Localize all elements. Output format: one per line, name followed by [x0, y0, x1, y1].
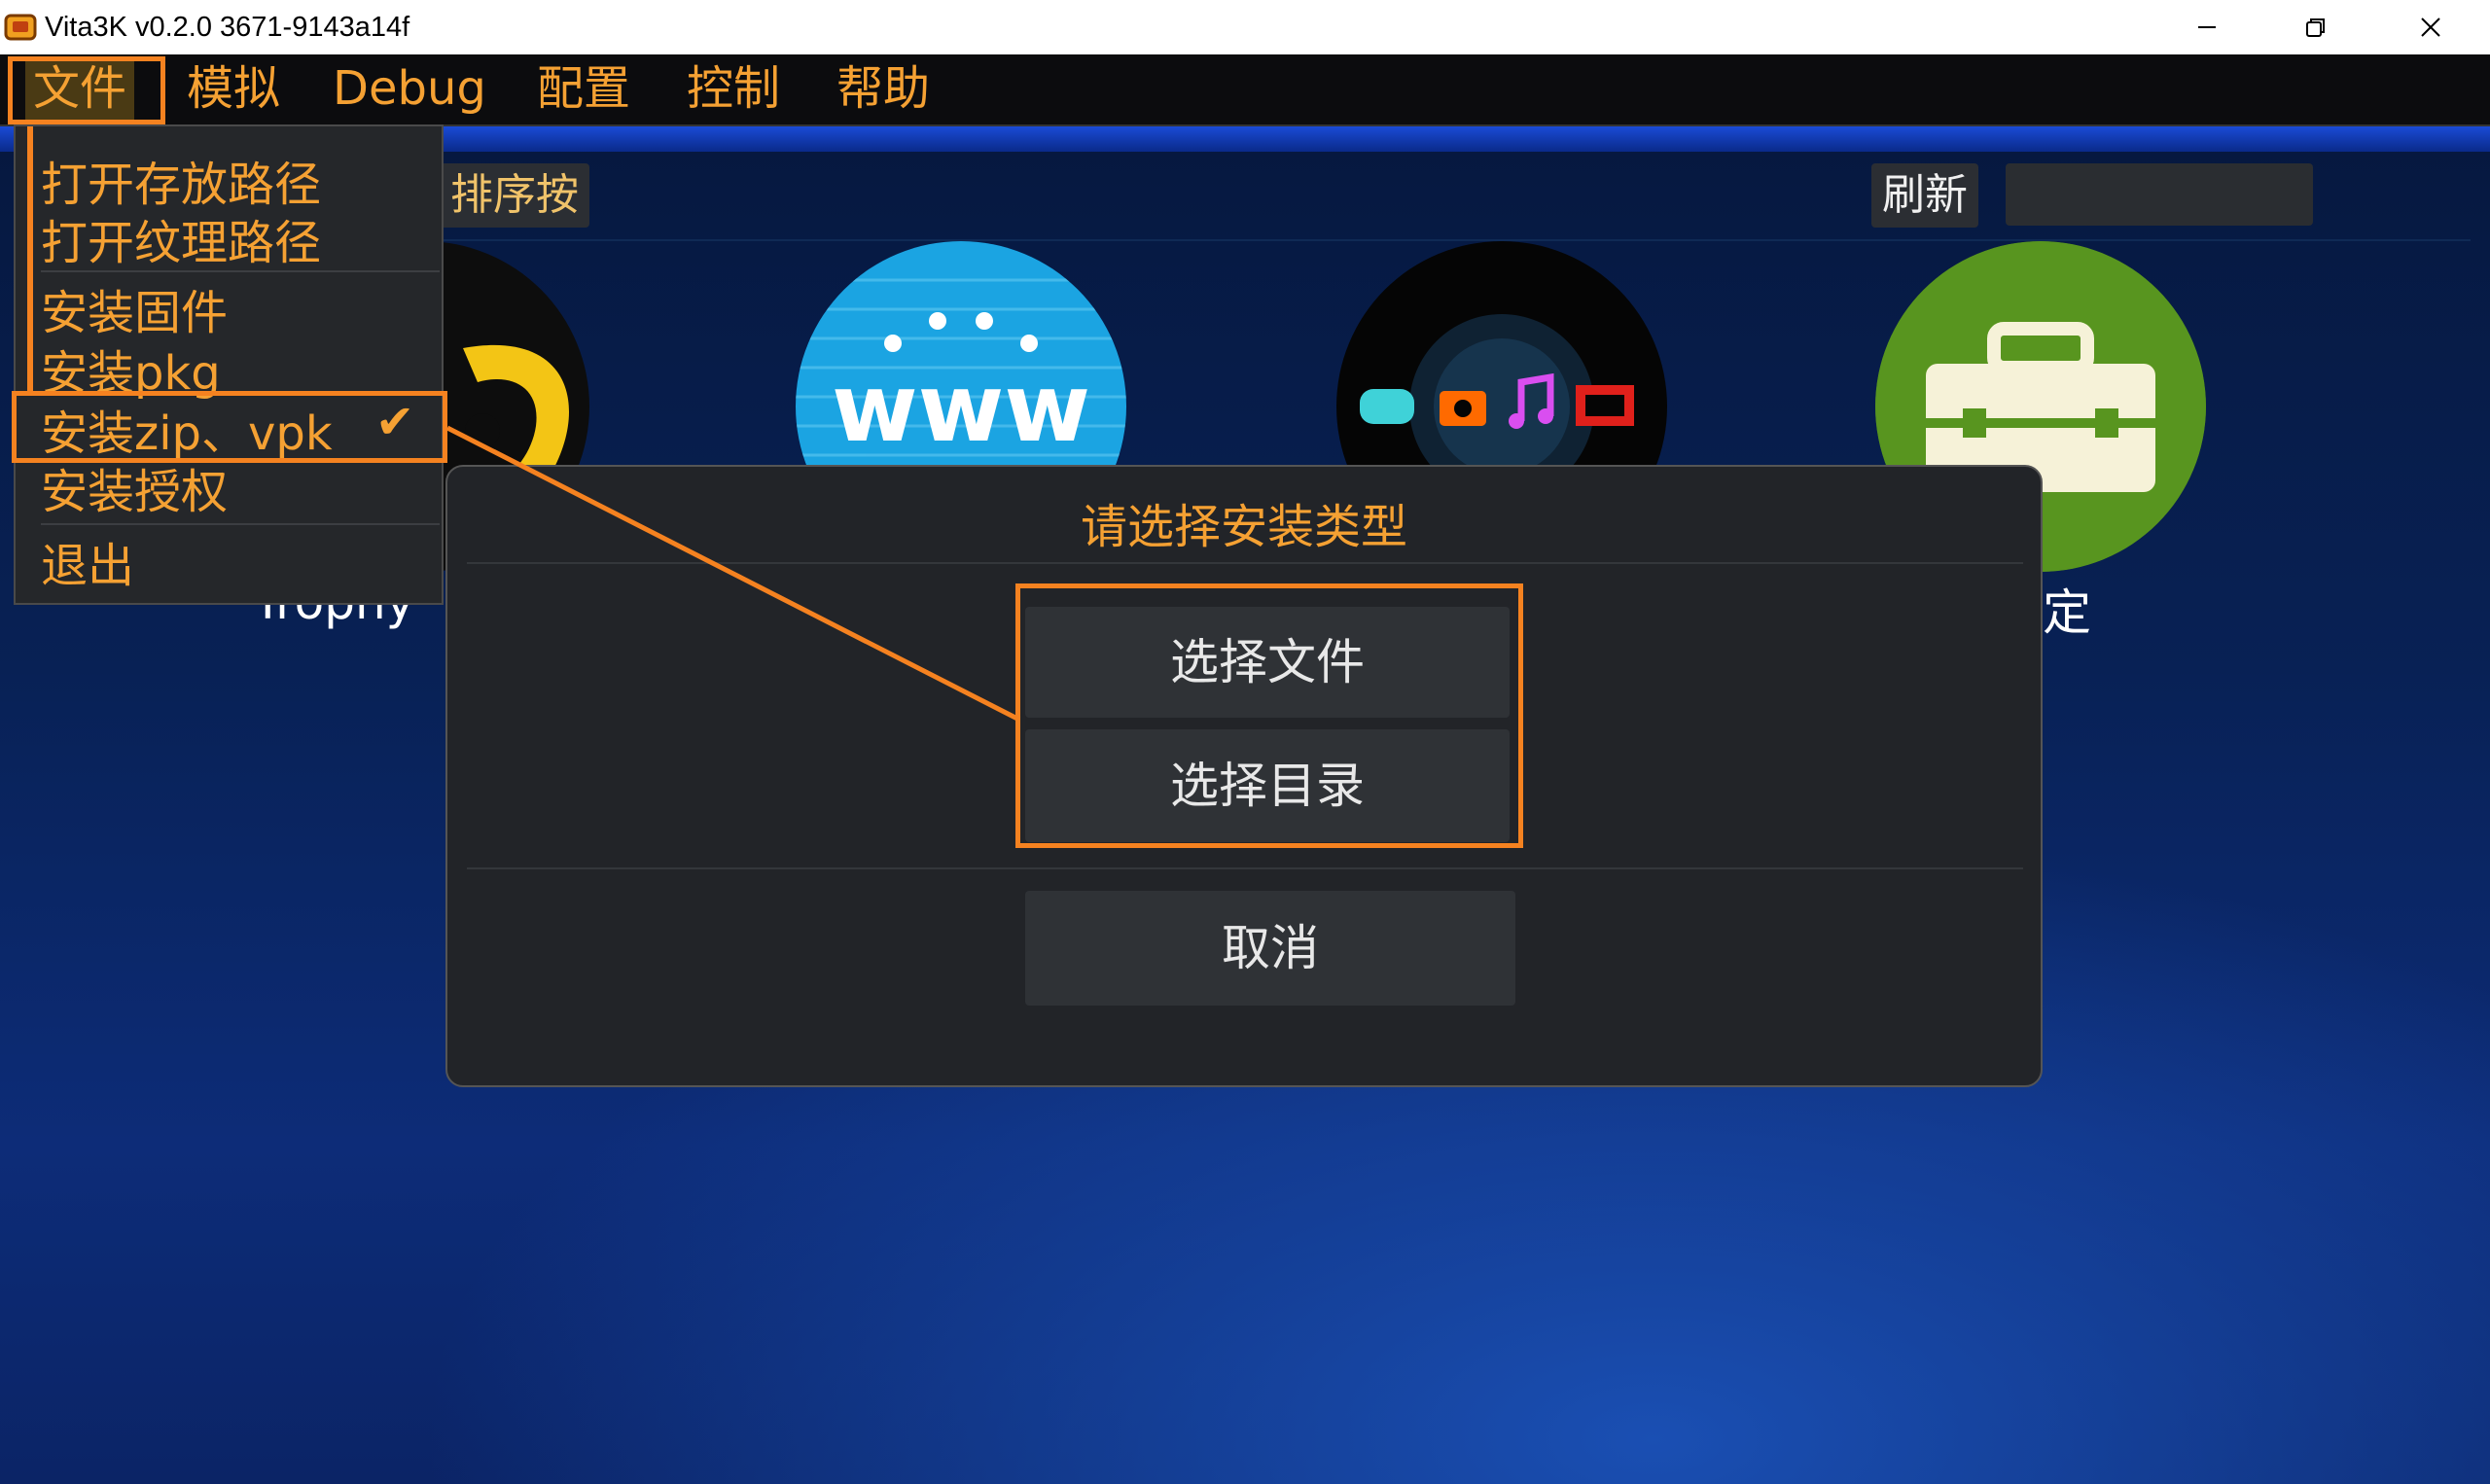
- menu-controls[interactable]: 控制: [679, 56, 788, 121]
- menu-debug[interactable]: Debug: [325, 56, 494, 121]
- menu-bar: 文件 模拟 Debug 配置 控制 帮助: [0, 54, 2490, 126]
- menu-exit[interactable]: 退出: [41, 527, 134, 595]
- maximize-button[interactable]: [2262, 0, 2369, 54]
- dialog-title: 请选择安装类型: [1080, 500, 1407, 554]
- menu-group-highlight: [27, 126, 33, 391]
- close-icon: [2421, 18, 2440, 37]
- dialog-divider-bottom: [467, 867, 2023, 869]
- restore-icon: [2306, 18, 2325, 37]
- window-title: Vita3K v0.2.0 3671-9143a14f: [45, 12, 410, 43]
- menu-separator: [41, 270, 440, 272]
- file-menu-highlight: [8, 56, 165, 124]
- file-menu-dropdown: 打开存放路径 打开纹理路径 安装固件 安装pkg 安装zip、vpk ✔ 安装授…: [14, 124, 444, 605]
- menu-configuration[interactable]: 配置: [529, 56, 638, 121]
- vita3k-app-icon: [4, 14, 37, 41]
- menu-open-textures-path[interactable]: 打开纹理路径: [41, 204, 321, 272]
- menu-help[interactable]: 帮助: [829, 56, 938, 121]
- dialog-buttons-highlight: [1015, 583, 1523, 848]
- settings-app-label: 定: [2043, 584, 2091, 641]
- sort-button[interactable]: 排序按: [440, 163, 589, 228]
- search-input[interactable]: [2006, 163, 2313, 226]
- menu-install-firmware[interactable]: 安装固件: [41, 274, 228, 342]
- cancel-button[interactable]: 取消: [1025, 891, 1515, 1006]
- refresh-button[interactable]: 刷新: [1871, 163, 1978, 228]
- dialog-divider-top: [467, 562, 2023, 564]
- window-titlebar: Vita3K v0.2.0 3671-9143a14f: [0, 0, 2490, 54]
- minimize-button[interactable]: [2153, 0, 2260, 54]
- menu-install-license[interactable]: 安装授权: [41, 453, 228, 521]
- close-button[interactable]: [2377, 0, 2484, 54]
- menu-separator: [41, 523, 440, 525]
- minimize-icon: [2198, 26, 2216, 28]
- menu-emulation[interactable]: 模拟: [179, 56, 288, 121]
- svg-text:www: www: [832, 354, 1090, 463]
- install-zip-highlight: [12, 391, 447, 463]
